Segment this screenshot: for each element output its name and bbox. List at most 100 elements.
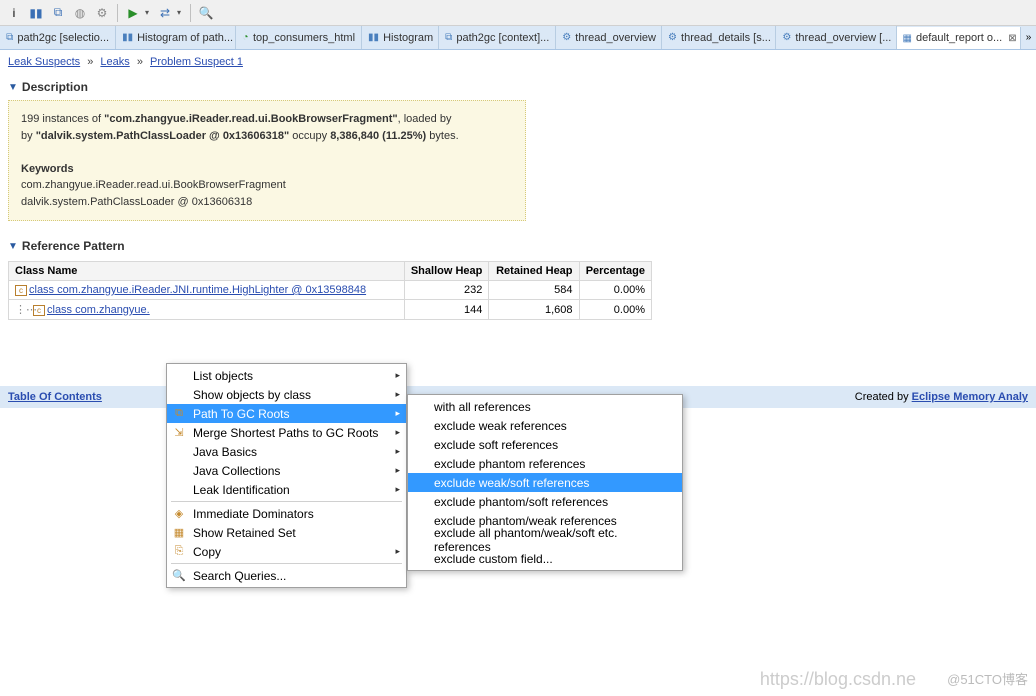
copy-icon: ⎘ bbox=[171, 544, 187, 560]
cell-retained: 1,608 bbox=[489, 300, 579, 320]
menu-item-label: List objects bbox=[193, 369, 253, 383]
pie-icon: ◔ bbox=[242, 31, 249, 45]
hist-icon: ▮▮ bbox=[368, 31, 379, 45]
editor-tab[interactable]: ▦default_report o...⊠ bbox=[897, 27, 1021, 50]
breadcrumb-link[interactable]: Problem Suspect 1 bbox=[150, 56, 243, 68]
tab-label: Histogram of path... bbox=[137, 32, 233, 44]
col-percentage[interactable]: Percentage bbox=[579, 262, 651, 281]
menu-item[interactable]: with all references bbox=[408, 397, 682, 416]
compare-icon[interactable]: ⇄ bbox=[155, 3, 175, 23]
watermark: @51CTO博客 bbox=[947, 669, 1028, 688]
breadcrumb-sep: » bbox=[87, 56, 93, 68]
submenu-arrow-icon: ▸ bbox=[395, 370, 400, 381]
chevron-down-icon[interactable]: ▾ bbox=[145, 8, 153, 17]
menu-separator bbox=[171, 501, 402, 502]
run-icon[interactable]: ▶ bbox=[123, 3, 143, 23]
menu-item[interactable]: Leak Identification▸ bbox=[167, 480, 406, 499]
menu-item-label: Java Basics bbox=[193, 445, 257, 459]
menu-item-label: Show Retained Set bbox=[193, 526, 296, 540]
menu-item[interactable]: 🔍Search Queries... bbox=[167, 566, 406, 585]
tab-overflow-icon[interactable]: » bbox=[1021, 26, 1036, 49]
tab-label: top_consumers_html bbox=[253, 32, 355, 44]
editor-tab[interactable]: ⚙thread_details [s... bbox=[662, 26, 776, 49]
context-menu: List objects▸Show objects by class▸⧉Path… bbox=[166, 363, 407, 588]
menu-item[interactable]: ▦Show Retained Set bbox=[167, 523, 406, 542]
menu-item[interactable]: exclude all phantom/weak/soft etc. refer… bbox=[408, 530, 682, 549]
menu-item[interactable]: exclude phantom/soft references bbox=[408, 492, 682, 511]
search-icon[interactable]: 🔍 bbox=[196, 3, 216, 23]
search-icon: 🔍 bbox=[171, 568, 187, 584]
menu-item[interactable]: Java Basics▸ bbox=[167, 442, 406, 461]
submenu-arrow-icon: ▸ bbox=[395, 427, 400, 438]
section-description-header[interactable]: ▼ Description bbox=[8, 80, 1028, 94]
info-icon[interactable]: i bbox=[4, 3, 24, 23]
menu-item[interactable]: exclude weak/soft references bbox=[408, 473, 682, 492]
menu-item[interactable]: Show objects by class▸ bbox=[167, 385, 406, 404]
editor-tab[interactable]: ⚙ thread_overview bbox=[556, 26, 662, 49]
table-row[interactable]: cclass com.zhangyue.iReader.JNI.runtime.… bbox=[9, 281, 652, 300]
menu-item[interactable]: exclude phantom references bbox=[408, 454, 682, 473]
cell-retained: 584 bbox=[489, 281, 579, 300]
menu-item[interactable]: ⧉Path To GC Roots▸ bbox=[167, 404, 406, 423]
close-icon[interactable]: ⊠ bbox=[1006, 33, 1016, 44]
histogram-icon[interactable]: ▮▮ bbox=[26, 3, 46, 23]
menu-item[interactable]: exclude weak references bbox=[408, 416, 682, 435]
menu-item-label: exclude phantom/soft references bbox=[434, 495, 608, 509]
tab-label: thread_details [s... bbox=[681, 32, 771, 44]
chevron-down-icon[interactable]: ▾ bbox=[177, 8, 185, 17]
table-row[interactable]: ⋮⋯cclass com.zhangyue.1441,6080.00% bbox=[9, 300, 652, 320]
gear-icon[interactable]: ⚙ bbox=[92, 3, 112, 23]
menu-item-label: Leak Identification bbox=[193, 483, 290, 497]
section-reference-header[interactable]: ▼ Reference Pattern bbox=[8, 239, 1028, 253]
merge-icon: ⇲ bbox=[171, 425, 187, 441]
keywords-title: Keywords bbox=[21, 163, 74, 175]
col-shallow[interactable]: Shallow Heap bbox=[404, 262, 489, 281]
breadcrumb: Leak Suspects » Leaks » Problem Suspect … bbox=[8, 50, 1028, 74]
desc-text: by bbox=[21, 130, 36, 142]
gear-icon: ⚙ bbox=[782, 31, 791, 45]
collapse-icon: ▼ bbox=[8, 82, 18, 93]
col-retained[interactable]: Retained Heap bbox=[489, 262, 579, 281]
dom-icon: ◈ bbox=[171, 506, 187, 522]
collapse-icon: ▼ bbox=[8, 241, 18, 252]
class-link[interactable]: class com.zhangyue. bbox=[47, 304, 150, 316]
menu-item-label: exclude custom field... bbox=[434, 552, 553, 566]
breadcrumb-link[interactable]: Leaks bbox=[100, 56, 129, 68]
editor-tab[interactable]: ⧉path2gc [context]... bbox=[439, 26, 556, 49]
menu-item-label: Java Collections bbox=[193, 464, 280, 478]
class-icon: c bbox=[15, 285, 27, 296]
class-link[interactable]: class com.zhangyue.iReader.JNI.runtime.H… bbox=[29, 284, 366, 296]
menu-item-label: with all references bbox=[434, 400, 531, 414]
context-submenu: with all references exclude weak referenc… bbox=[407, 394, 683, 571]
editor-tab[interactable]: ⚙thread_overview [... bbox=[776, 26, 896, 49]
gear-icon: ⚙ bbox=[562, 31, 571, 45]
oql-icon[interactable]: ◍ bbox=[70, 3, 90, 23]
table-header-row: Class Name Shallow Heap Retained Heap Pe… bbox=[9, 262, 652, 281]
tab-label: default_report o... bbox=[916, 32, 1002, 44]
report-content: Leak Suspects » Leaks » Problem Suspect … bbox=[0, 50, 1036, 320]
menu-item[interactable]: ◈Immediate Dominators bbox=[167, 504, 406, 523]
toc-link[interactable]: Table Of Contents bbox=[8, 391, 102, 403]
tree-icon[interactable]: ⧉ bbox=[48, 3, 68, 23]
editor-tab[interactable]: ▮▮Histogram of path... bbox=[116, 26, 236, 49]
menu-item[interactable]: Java Collections ▸ bbox=[167, 461, 406, 480]
editor-tab[interactable]: ⧉path2gc [selectio... bbox=[0, 26, 116, 49]
editor-tab[interactable]: ◔ top_consumers_html bbox=[236, 26, 362, 49]
col-classname[interactable]: Class Name bbox=[9, 262, 405, 281]
description-box: 199 instances of "com.zhangyue.iReader.r… bbox=[8, 100, 526, 221]
menu-item[interactable]: exclude custom field... bbox=[408, 549, 682, 568]
menu-item[interactable]: ⇲Merge Shortest Paths to GC Roots▸ bbox=[167, 423, 406, 442]
submenu-arrow-icon: ▸ bbox=[395, 465, 400, 476]
breadcrumb-link[interactable]: Leak Suspects bbox=[8, 56, 80, 68]
menu-item-label: Path To GC Roots bbox=[193, 407, 290, 421]
editor-tab[interactable]: ▮▮Histogram bbox=[362, 26, 439, 49]
tab-label: thread_overview bbox=[575, 32, 656, 44]
menu-item[interactable]: ⎘Copy▸ bbox=[167, 542, 406, 561]
menu-item[interactable]: exclude soft references bbox=[408, 435, 682, 454]
tree-icon: ⧉ bbox=[171, 406, 187, 422]
menu-item-label: Show objects by class bbox=[193, 388, 311, 402]
creator-link[interactable]: Eclipse Memory Analy bbox=[912, 391, 1028, 403]
created-by: Created by Eclipse Memory Analy bbox=[855, 391, 1028, 403]
tree-icon: ⧉ bbox=[6, 31, 13, 45]
menu-item[interactable]: List objects ▸ bbox=[167, 366, 406, 385]
